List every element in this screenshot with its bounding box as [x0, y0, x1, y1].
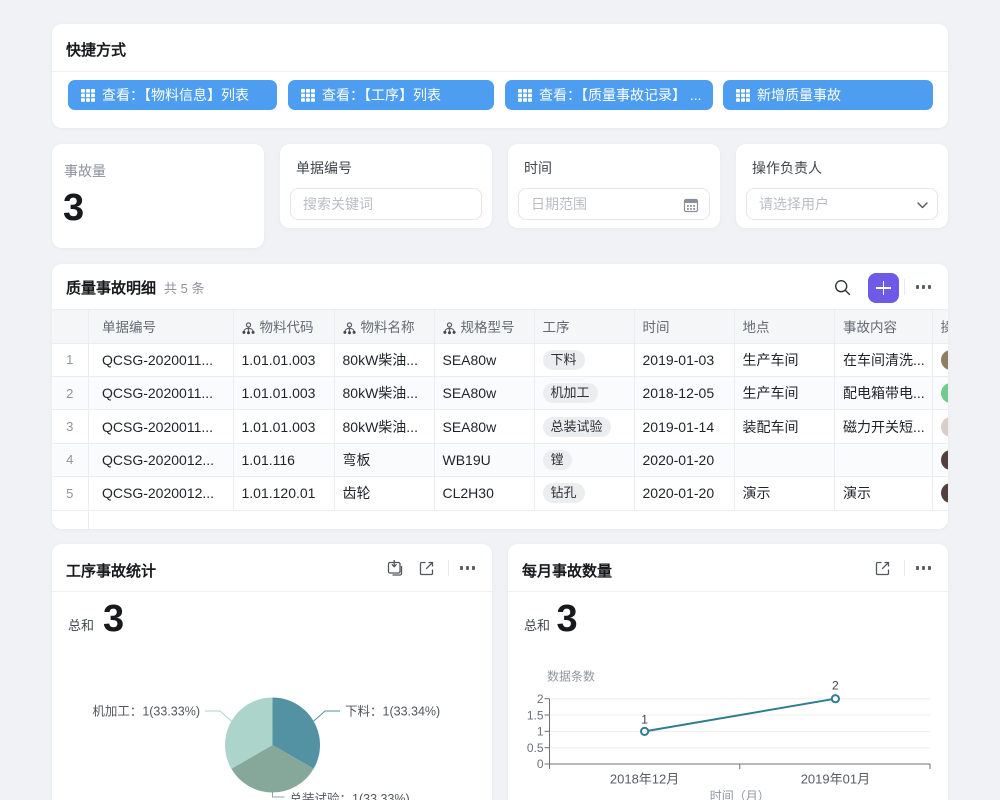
svg-text:1.5: 1.5: [527, 708, 544, 722]
svg-text:2: 2: [537, 692, 544, 706]
svg-text:下料：1(33.34%): 下料：1(33.34%): [345, 704, 440, 718]
svg-text:2018年12月: 2018年12月: [610, 771, 679, 786]
svg-text:数据条数: 数据条数: [547, 669, 595, 684]
svg-text:总装试验：1(33.33%): 总装试验：1(33.33%): [290, 791, 410, 800]
svg-text:1: 1: [641, 713, 648, 727]
svg-text:1: 1: [537, 725, 544, 739]
svg-text:2019年01月: 2019年01月: [801, 771, 870, 786]
svg-text:时间（月）: 时间（月）: [710, 789, 770, 800]
svg-text:0.5: 0.5: [527, 741, 544, 755]
svg-text:2: 2: [832, 679, 839, 693]
svg-text:机加工：1(33.33%): 机加工：1(33.33%): [92, 704, 200, 718]
svg-text:0: 0: [537, 757, 544, 771]
